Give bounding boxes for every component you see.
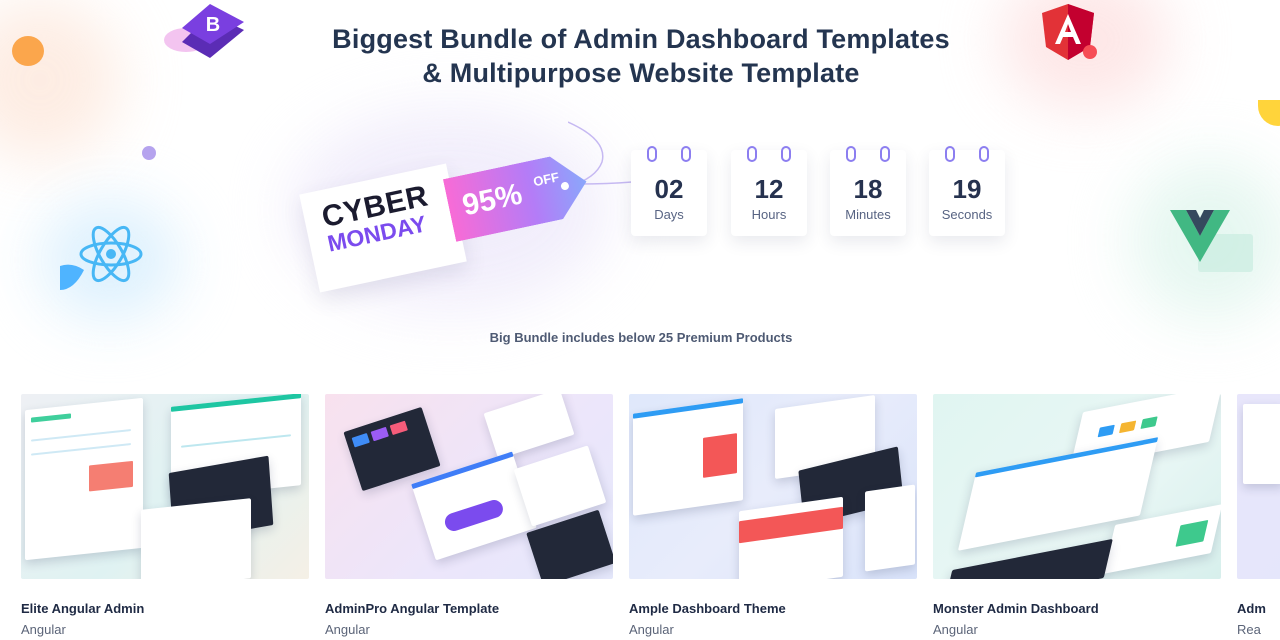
product-category: Angular (21, 622, 66, 637)
product-name[interactable]: Adm (1237, 601, 1280, 616)
countdown-value: 19 (952, 174, 982, 204)
dashboard-preview (1243, 404, 1280, 484)
discount-percent: 95% (459, 177, 526, 223)
discount-off-label: OFF (531, 169, 561, 190)
react-logo-icon (60, 225, 143, 290)
product-category: Angular (629, 622, 674, 637)
dashboard-preview (633, 398, 743, 516)
dashboard-preview (483, 394, 575, 460)
product-name[interactable]: Ample Dashboard Theme (629, 601, 917, 616)
product-thumbnail[interactable] (933, 394, 1221, 579)
product-thumbnail[interactable] (325, 394, 613, 579)
countdown-minutes: 18 Minutes (830, 146, 906, 236)
dashboard-preview (739, 496, 843, 579)
product-category: Angular (933, 622, 978, 637)
bundle-subtitle: Big Bundle includes below 25 Premium Pro… (489, 330, 793, 345)
countdown-seconds: 19 Seconds (929, 146, 1005, 236)
product-card[interactable]: AdminPro Angular Template Angular (325, 394, 613, 637)
countdown-label: Days (654, 207, 684, 222)
decor-shape-yellow (1258, 100, 1280, 126)
countdown-label: Seconds (941, 207, 993, 222)
title-line-2: & Multipurpose Website Template (422, 58, 860, 88)
dashboard-preview (141, 498, 251, 579)
ring-icon (945, 146, 955, 162)
page-title: Biggest Bundle of Admin Dashboard Templa… (0, 22, 1280, 90)
product-category: Rea (1237, 622, 1261, 637)
countdown-hours: 12 Hours (731, 146, 807, 236)
countdown-label: Hours (751, 207, 787, 222)
countdown-value: 12 (754, 174, 784, 204)
product-name[interactable]: Monster Admin Dashboard (933, 601, 1221, 616)
ring-icon (979, 146, 989, 162)
countdown-value: 18 (853, 174, 883, 204)
product-card[interactable]: Monster Admin Dashboard Angular (933, 394, 1221, 637)
title-line-1: Biggest Bundle of Admin Dashboard Templa… (332, 24, 950, 54)
vue-logo-icon (1170, 210, 1253, 272)
product-category: Angular (325, 622, 370, 637)
product-card[interactable]: Ample Dashboard Theme Angular (629, 394, 917, 637)
product-card[interactable]: Elite Angular Admin Angular (21, 394, 309, 637)
ring-icon (846, 146, 856, 162)
ring-icon (781, 146, 791, 162)
ring-icon (647, 146, 657, 162)
ring-icon (681, 146, 691, 162)
product-name[interactable]: Elite Angular Admin (21, 601, 309, 616)
product-thumbnail[interactable] (21, 394, 309, 579)
dashboard-preview (865, 484, 915, 572)
countdown-days: 02 Days (631, 146, 707, 236)
product-thumbnail[interactable] (629, 394, 917, 579)
tag-hole (560, 181, 569, 190)
product-card[interactable]: Adm Rea (1237, 394, 1280, 637)
countdown-label: Minutes (845, 207, 891, 222)
dashboard-preview (25, 397, 143, 561)
cyber-monday-promo: CYBER MONDAY 95% OFF (299, 120, 633, 293)
decor-dot-purple (142, 146, 156, 160)
countdown-value: 02 (654, 174, 684, 204)
ring-icon (880, 146, 890, 162)
product-name[interactable]: AdminPro Angular Template (325, 601, 613, 616)
ring-icon (747, 146, 757, 162)
product-thumbnail[interactable] (1237, 394, 1280, 579)
